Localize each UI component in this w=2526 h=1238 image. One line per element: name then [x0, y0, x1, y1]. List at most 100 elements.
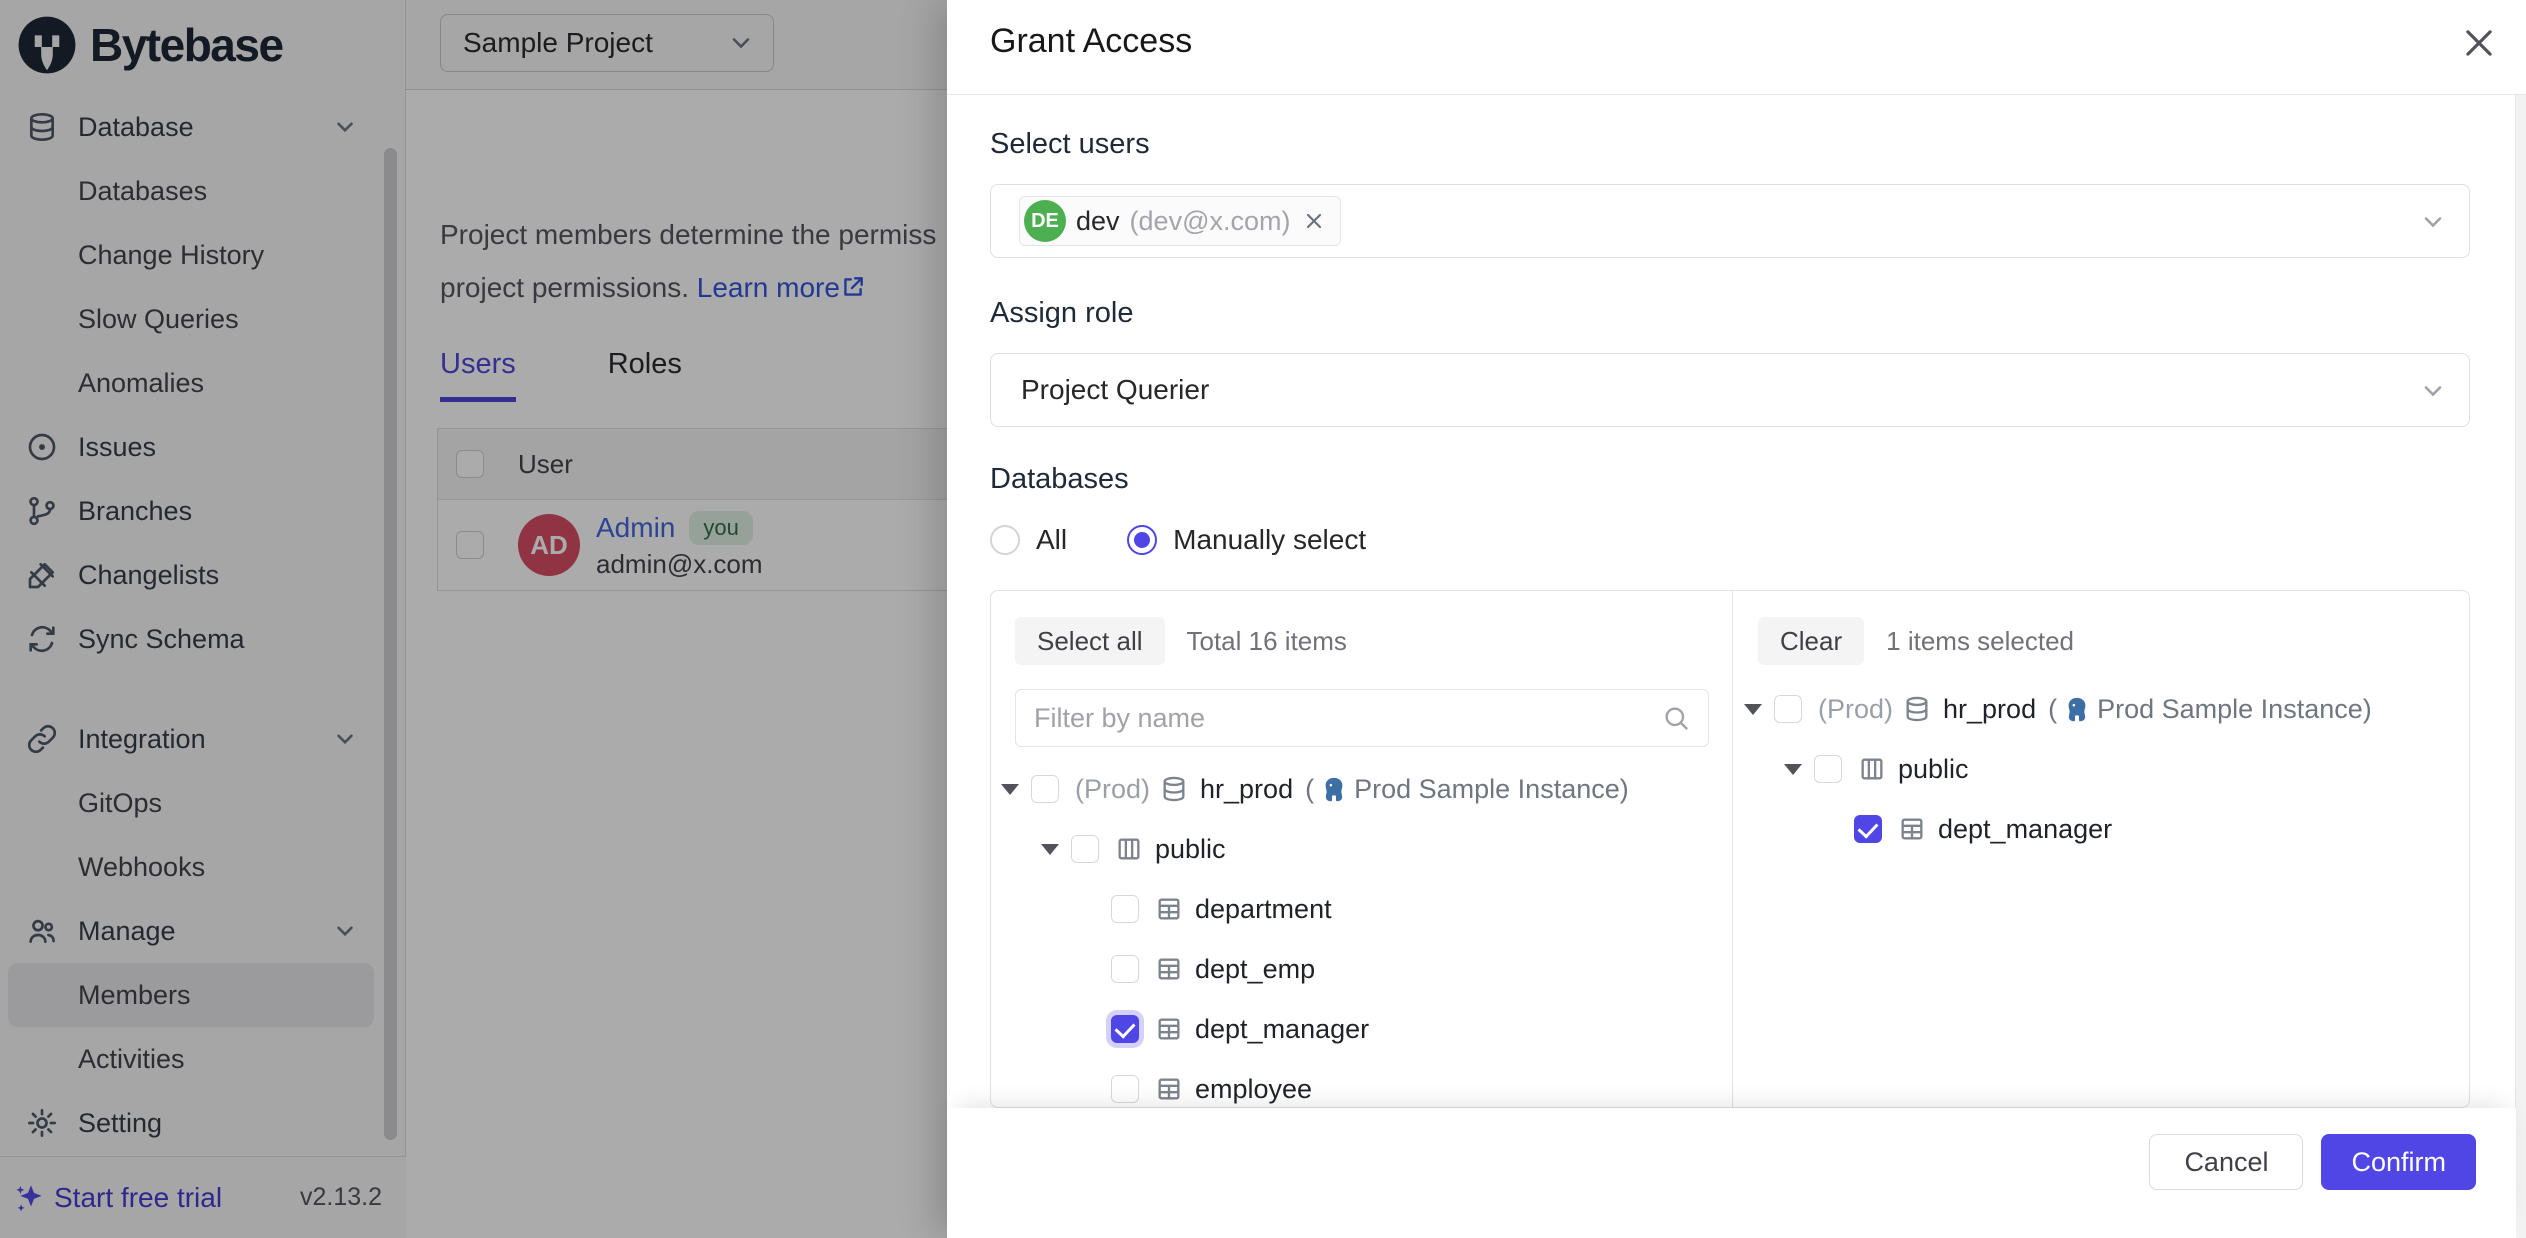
tree-row-database[interactable]: (Prod) hr_prod ( Prod Sample Instance): [991, 759, 1732, 819]
database-transfer: Select all Total 16 items Filter by name…: [990, 590, 2470, 1108]
checkbox[interactable]: [1814, 755, 1842, 783]
sidebar-item-integration[interactable]: Integration: [0, 707, 382, 771]
checkbox-checked[interactable]: [1854, 815, 1882, 843]
selected-user-tag: DE dev (dev@x.com): [1019, 196, 1341, 246]
logo-text: Bytebase: [90, 18, 283, 72]
sidebar-item-database[interactable]: Database: [0, 95, 382, 159]
tree-row-table[interactable]: department: [991, 879, 1732, 939]
tree-row-table[interactable]: dept_emp: [991, 939, 1732, 999]
checkbox[interactable]: [1031, 775, 1059, 803]
search-icon: [1662, 704, 1690, 732]
caret-down-icon[interactable]: [1744, 704, 1774, 715]
sidebar-item-sync-schema[interactable]: Sync Schema: [0, 607, 382, 671]
sidebar-item-manage[interactable]: Manage: [0, 899, 382, 963]
role-value: Project Querier: [1021, 374, 1209, 406]
close-icon[interactable]: [2460, 24, 2498, 62]
link-icon: [26, 723, 58, 755]
sidebar-item-gitops[interactable]: GitOps: [0, 771, 382, 835]
project-selector[interactable]: Sample Project: [440, 14, 774, 72]
confirm-button[interactable]: Confirm: [2321, 1134, 2476, 1190]
sparkle-icon: [14, 1181, 48, 1215]
member-meta: Admin you admin@x.com: [596, 511, 763, 580]
sidebar-footer: Start free trial v2.13.2: [0, 1156, 406, 1238]
radio-all[interactable]: All: [990, 524, 1067, 556]
app-background: Bytebase Database Databases Change Histo…: [0, 0, 947, 1238]
external-link-icon: [840, 274, 866, 300]
sidebar-item-issues[interactable]: Issues: [0, 415, 382, 479]
checkbox[interactable]: [1071, 835, 1099, 863]
tree-row-schema[interactable]: public: [1734, 739, 2469, 799]
logo[interactable]: Bytebase: [0, 0, 405, 90]
avatar: DE: [1024, 200, 1066, 242]
user-email: (dev@x.com): [1130, 206, 1291, 237]
version-label: v2.13.2: [300, 1183, 382, 1212]
remove-user-icon[interactable]: [1302, 209, 1326, 233]
modal-scrollbar[interactable]: [2515, 95, 2526, 1238]
topbar: Sample Project: [406, 0, 947, 90]
sidebar-item-webhooks[interactable]: Webhooks: [0, 835, 382, 899]
database-scope-radios: All Manually select: [990, 524, 1366, 556]
tree-row-table[interactable]: employee: [991, 1059, 1732, 1108]
sidebar-item-branches[interactable]: Branches: [0, 479, 382, 543]
database-icon: [1160, 775, 1188, 803]
caret-down-icon[interactable]: [1001, 784, 1031, 795]
caret-down-icon[interactable]: [1784, 764, 1814, 775]
tab-roles[interactable]: Roles: [608, 348, 682, 402]
schema-icon: [1858, 755, 1886, 783]
sidebar-item-change-history[interactable]: Change History: [0, 223, 382, 287]
bytebase-app: Bytebase Database Databases Change Histo…: [0, 0, 2526, 1238]
row-checkbox[interactable]: [456, 531, 484, 559]
tree-row-schema[interactable]: public: [991, 819, 1732, 879]
transfer-target-panel: Clear 1 items selected (Prod) hr_prod ( …: [1734, 591, 2469, 1107]
tree-row-table[interactable]: dept_manager: [1734, 799, 2469, 859]
members-table: User AD Admin you admin@x.com: [437, 428, 947, 591]
grant-access-modal: Grant Access Select users DE dev (dev@x.…: [947, 0, 2526, 1238]
tab-users[interactable]: Users: [440, 348, 516, 402]
nav-spacer: [0, 671, 382, 707]
cancel-button[interactable]: Cancel: [2149, 1134, 2303, 1190]
radio-manually-select[interactable]: Manually select: [1127, 524, 1366, 556]
select-all-checkbox[interactable]: [456, 450, 484, 478]
table-icon: [1155, 1015, 1183, 1043]
filter-input[interactable]: Filter by name: [1015, 689, 1709, 747]
total-items-label: Total 16 items: [1187, 626, 1347, 657]
checkbox[interactable]: [1111, 895, 1139, 923]
avatar: AD: [518, 514, 580, 576]
sidebar-item-changelists[interactable]: Changelists: [0, 543, 382, 607]
source-tree: (Prod) hr_prod ( Prod Sample Instance): [991, 759, 1732, 1108]
filter-placeholder: Filter by name: [1034, 703, 1205, 734]
learn-more-link[interactable]: Learn more: [697, 272, 866, 303]
sidebar-scrollbar[interactable]: [384, 148, 397, 1140]
checkbox[interactable]: [1774, 695, 1802, 723]
sidebar-item-activities[interactable]: Activities: [0, 1027, 382, 1091]
chevron-down-icon: [727, 29, 755, 57]
sidebar-item-anomalies[interactable]: Anomalies: [0, 351, 382, 415]
target-panel-header: Clear 1 items selected: [1758, 617, 2074, 665]
caret-down-icon[interactable]: [1041, 844, 1071, 855]
bytebase-logo-icon: [16, 14, 78, 76]
clear-button[interactable]: Clear: [1758, 617, 1864, 665]
select-all-button[interactable]: Select all: [1015, 617, 1165, 665]
tree-row-table[interactable]: dept_manager: [991, 999, 1732, 1059]
user-column-header: User: [518, 449, 573, 480]
select-users-label: Select users: [990, 128, 1150, 161]
postgresql-icon: [2063, 695, 2091, 723]
sidebar: Bytebase Database Databases Change Histo…: [0, 0, 406, 1238]
sidebar-item-setting[interactable]: Setting: [0, 1091, 382, 1155]
sidebar-item-slow-queries[interactable]: Slow Queries: [0, 287, 382, 351]
postgresql-icon: [1320, 775, 1348, 803]
role-select[interactable]: Project Querier: [990, 353, 2470, 427]
chevron-down-icon: [332, 918, 358, 944]
user-name: dev: [1076, 206, 1120, 237]
member-name-link[interactable]: Admin: [596, 512, 675, 544]
select-users-input[interactable]: DE dev (dev@x.com): [990, 184, 2470, 258]
checkbox[interactable]: [1111, 1075, 1139, 1103]
sidebar-nav: Database Databases Change History Slow Q…: [0, 95, 382, 1155]
tree-row-database[interactable]: (Prod) hr_prod ( Prod Sample Instance): [1734, 679, 2469, 739]
sidebar-item-databases[interactable]: Databases: [0, 159, 382, 223]
sidebar-item-members[interactable]: Members: [8, 963, 374, 1027]
table-header-row: User: [438, 429, 947, 500]
start-free-trial-link[interactable]: Start free trial: [14, 1181, 222, 1215]
checkbox[interactable]: [1111, 955, 1139, 983]
checkbox-checked[interactable]: [1111, 1015, 1139, 1043]
